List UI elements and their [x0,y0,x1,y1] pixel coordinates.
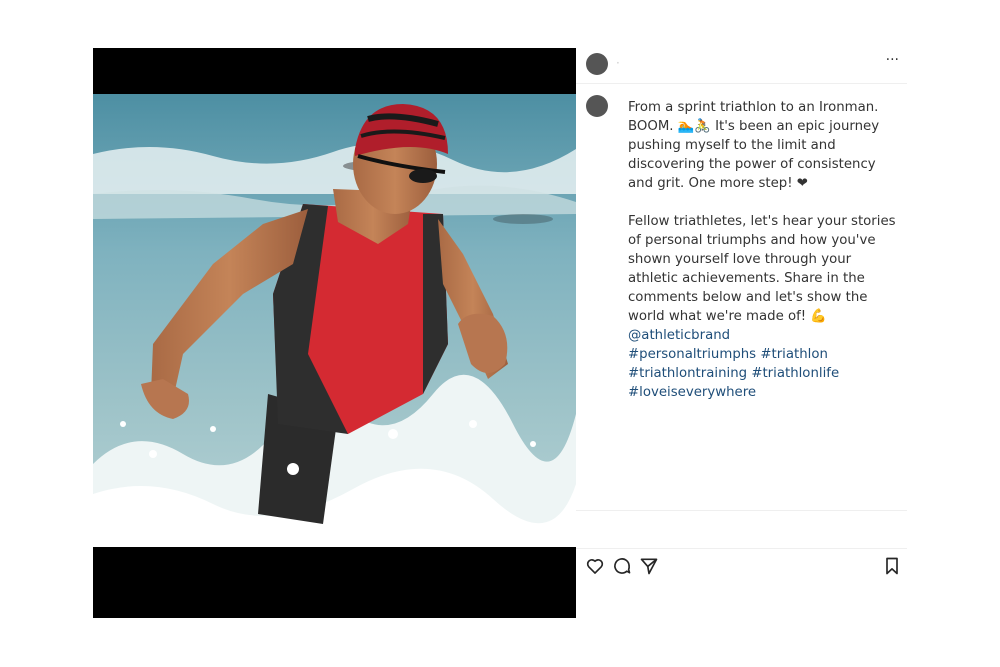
caption-avatar[interactable] [586,95,608,117]
heart-icon[interactable] [585,556,607,578]
mention-link[interactable]: @athleticbrand [628,328,730,343]
post-header: · ··· [576,48,907,84]
caption-paragraph-1: From a sprint triathlon to an Ironman. B… [628,100,880,191]
instagram-post: · ··· From a sprint triathlon to an Iron… [93,48,907,618]
hashtag-link[interactable]: #triathlon [760,347,828,362]
author-username[interactable]: · [616,56,620,70]
post-sidebar: · ··· From a sprint triathlon to an Iron… [576,48,907,618]
hashtag-link[interactable]: #triathlonlife [751,366,839,381]
caption-paragraph-2: Fellow triathletes, let's hear your stor… [628,214,896,324]
comment-icon[interactable] [612,556,634,578]
caption-tags: @athleticbrand #personaltriumphs #triath… [628,326,896,402]
hashtag-link[interactable]: #triathlontraining [628,366,747,381]
more-options-icon[interactable]: ··· [886,52,899,68]
post-media[interactable] [93,48,576,618]
divider [576,510,907,511]
post-caption: From a sprint triathlon to an Ironman. B… [628,98,896,402]
hashtag-link[interactable]: #loveiseverywhere [628,385,756,400]
post-photo [93,94,576,547]
send-icon[interactable] [639,556,661,578]
divider [576,548,907,549]
action-bar [576,556,907,580]
author-avatar[interactable] [586,53,608,75]
bookmark-icon[interactable] [882,556,904,578]
hashtag-link[interactable]: #personaltriumphs [628,347,756,362]
